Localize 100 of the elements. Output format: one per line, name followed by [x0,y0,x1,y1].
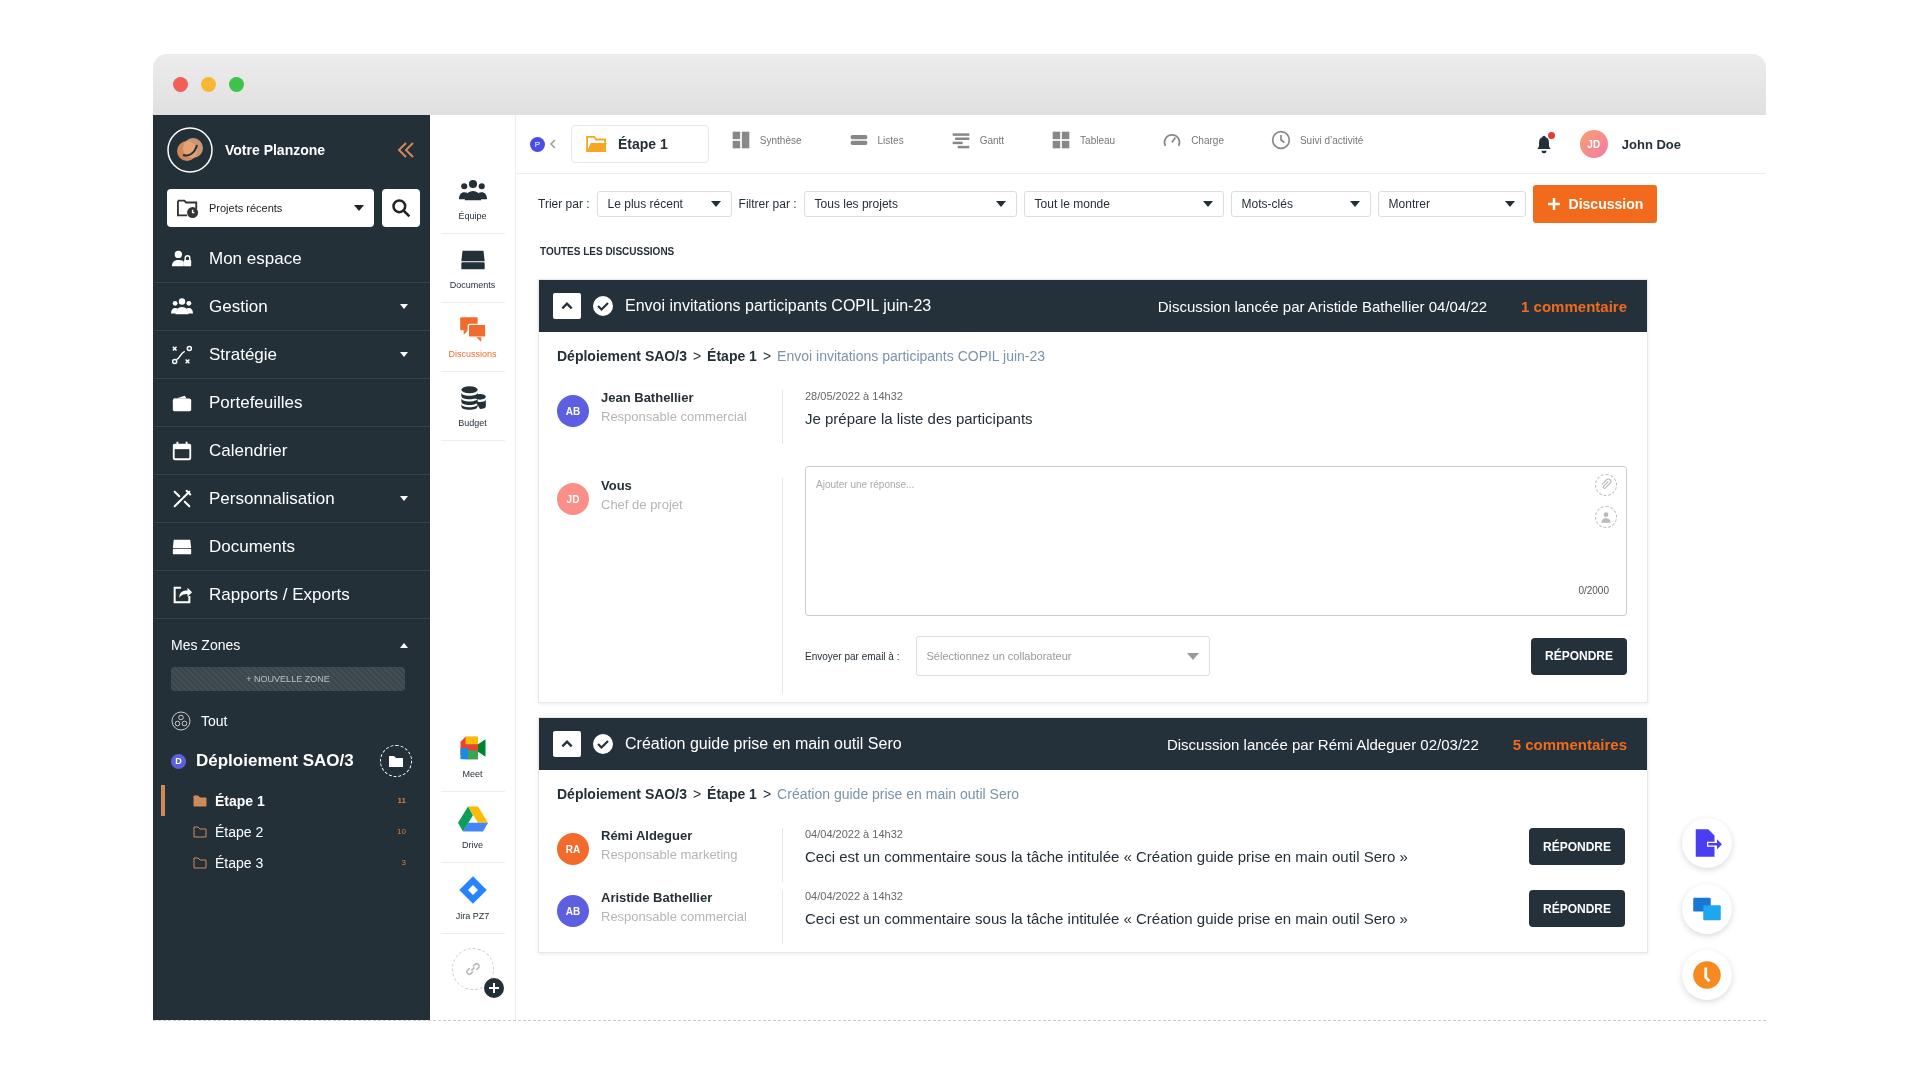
caret-icon[interactable] [400,642,408,648]
author-name: Aristide Bathellier [601,890,714,905]
breadcrumb-link[interactable]: Étape 1 [707,786,757,802]
calendar-icon [171,439,193,462]
author-avatar: AB [557,895,589,927]
filter-dropdown[interactable]: Mots-clés [1230,191,1371,217]
collapse-toggle[interactable] [553,731,581,757]
nav-item[interactable]: Documents [153,523,430,571]
all-zones-item[interactable]: Tout [153,699,430,737]
grid-icon [1051,130,1072,150]
current-stage-tab[interactable]: Étape 1 [571,125,709,163]
author-avatar: JD [557,483,589,515]
rail-tab[interactable]: Documents [440,234,505,303]
author-name: Vous [601,478,633,493]
triangle-logo-icon [457,804,488,834]
comment-date: 04/04/2022 à 14h32 [805,828,904,840]
close-dot[interactable] [173,77,188,92]
check-icon [593,296,613,316]
folder-icon [586,135,608,153]
check-icon [593,734,613,754]
integration-link[interactable]: Jira PZ7 [440,863,505,934]
integration-link[interactable]: Drive [440,792,505,863]
clock-icon [1270,130,1291,150]
view-tab[interactable]: Charge [1140,130,1249,158]
caret-icon[interactable] [400,496,408,501]
diamond-logo-icon [457,875,488,905]
user-name[interactable]: John Doe [1621,136,1681,152]
section-title: TOUTES LES DISCUSSIONS [539,245,676,259]
layout-icon [730,130,751,150]
windows-button[interactable] [1682,884,1732,934]
character-counter: 0/2000 [1578,585,1609,596]
author-role: Chef de projet [601,497,683,512]
discussion-author: Discussion lancée par Aristide Bathellier 04/04/22 [1157,297,1488,315]
collapse-icon[interactable] [396,140,416,160]
folder-icon [193,794,207,807]
view-tab[interactable]: Synthèse [708,130,827,158]
plus-icon[interactable] [483,978,504,998]
breadcrumb-link[interactable]: Déploiement SAO/3 [557,348,687,364]
view-tab[interactable]: Listes [826,130,929,158]
reply-button[interactable]: RÉPONDRE [1529,828,1625,865]
nav-item[interactable]: Portefeuilles [153,379,430,427]
email-label: Envoyer par email à : [805,650,900,662]
caret-icon[interactable] [400,352,408,357]
comment-count[interactable]: 5 commentaires [1512,735,1627,753]
breadcrumb-link[interactable]: Déploiement SAO/3 [557,786,687,802]
breadcrumb-separator: > [762,786,772,802]
minimize-dot[interactable] [201,77,216,92]
author-role: Responsable commercial [601,409,747,424]
discussion-title: Envoi invitations participants COPIL juin-23 [625,297,933,315]
caret-icon[interactable] [400,304,408,309]
breadcrumb-link[interactable]: Étape 1 [707,348,757,364]
comment-count[interactable]: 1 commentaire [1521,297,1627,315]
author-name: Rémi Aldeguer [601,828,694,843]
stage-item[interactable]: Étape 1 11 [161,785,430,816]
breadcrumb-separator: > [762,348,772,364]
nav-item[interactable]: Gestion [153,283,430,331]
author-avatar: AB [557,395,589,427]
author-avatar: RA [557,833,589,865]
filter-dropdown[interactable]: Tous les projets [803,191,1017,217]
new-zone-button[interactable]: + NOUVELLE ZONE [171,667,405,691]
logo-icon [167,127,213,173]
nav-item[interactable]: Personnalisation [153,475,430,523]
zones-title: Mes Zones [171,637,241,653]
nav-item[interactable]: Calendrier [153,427,430,475]
stage-item[interactable]: Étape 2 10 [161,816,430,847]
filter-label: Filtrer par : [738,197,797,211]
author-role: Responsable marketing [601,847,738,862]
back-chevron-icon[interactable] [549,139,557,149]
search-button[interactable] [382,189,420,227]
circles-icon [171,711,191,731]
rail-tab[interactable]: Équipe [440,165,505,234]
filter-dropdown[interactable]: Tout le monde [1023,191,1224,217]
nav-item[interactable]: Mon espace [153,235,430,283]
breadcrumb-separator: > [692,786,702,802]
nav-item[interactable]: Rapports / Exports [153,571,430,619]
nav-item[interactable]: Stratégie [153,331,430,379]
comment-text: Je prépare la liste des participants [805,410,1034,427]
brand-name: Votre Planzone [225,142,327,158]
export-file-button[interactable] [1682,818,1732,868]
recent-projects-dropdown[interactable]: Projets récents [167,189,374,227]
filter-dropdown[interactable]: Montrer [1377,191,1526,217]
sort-dropdown[interactable]: Le plus récent [596,191,732,217]
tools-icon [171,487,193,510]
stage-item[interactable]: Étape 3 3 [161,847,430,878]
collapse-toggle[interactable] [553,293,581,319]
rail-tab[interactable]: Budget [440,372,505,441]
discussion-author: Discussion lancée par Rémi Aldeguer 02/03/22 [1166,735,1479,753]
reply-button[interactable]: RÉPONDRE [1529,890,1625,927]
reply-button[interactable]: RÉPONDRE [1531,637,1627,675]
view-tab[interactable]: Suivi d’activité [1248,130,1389,158]
project-badge[interactable]: P [530,136,545,152]
project-name[interactable]: Déploiement SAO/3 [196,751,370,771]
integration-link[interactable]: Meet [440,721,505,792]
view-tab[interactable]: Tableau [1029,130,1141,158]
breadcrumb-separator: > [692,348,702,364]
search-icon [391,198,411,218]
view-tab[interactable]: Gantt [928,130,1030,158]
author-role: Responsable commercial [601,909,747,924]
project-badge: D [171,753,186,769]
maximize-dot[interactable] [229,77,244,92]
